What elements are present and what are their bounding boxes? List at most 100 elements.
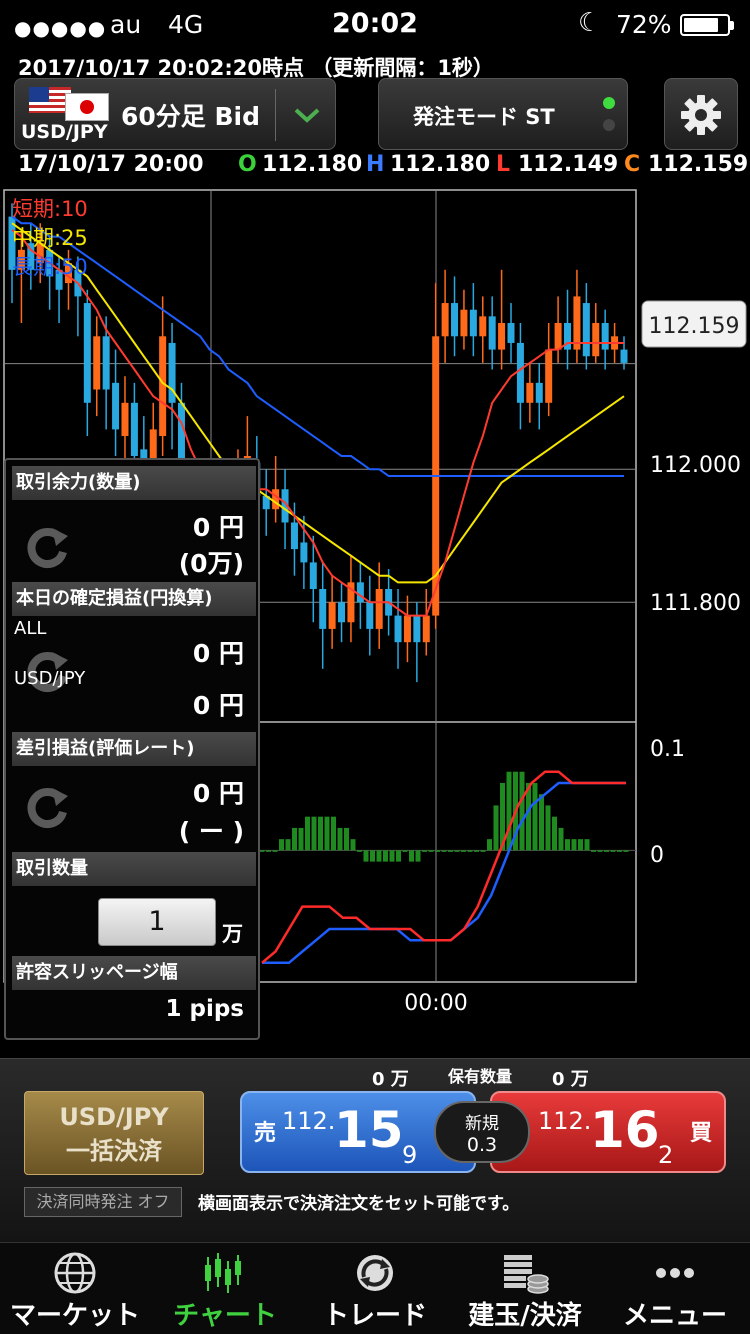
sell-price-prefix: 112. <box>282 1107 336 1135</box>
simultaneous-order-toggle[interactable]: 決済同時発注 オフ <box>24 1187 182 1217</box>
pair-selector-button[interactable]: USD/JPY 60分足 Bid <box>14 78 336 150</box>
bulk-settle-pair: USD/JPY <box>59 1103 169 1131</box>
buy-price-big: 16 <box>590 1101 660 1159</box>
osc-bar <box>467 850 473 852</box>
spread-label: 新規 <box>465 1114 499 1134</box>
osc-bar <box>396 850 401 862</box>
legend-label: 長期:50 <box>12 255 88 279</box>
unrealized-sub: ( ー ) <box>178 817 244 846</box>
candle-body <box>159 336 167 437</box>
tab-positions[interactable]: 建玉/決済 <box>450 1243 600 1334</box>
status-led-off-icon <box>603 119 615 131</box>
osc-bar <box>597 850 603 852</box>
osc-bar <box>474 850 479 852</box>
battery-icon <box>680 14 734 36</box>
tab-market[interactable]: マーケット <box>0 1243 150 1334</box>
order-mode-button[interactable]: 発注モード ST <box>378 78 628 150</box>
candle-body <box>102 336 110 390</box>
candle-body <box>479 316 487 337</box>
candle-body <box>121 402 129 437</box>
osc-bar <box>571 839 577 851</box>
candle-body <box>309 562 317 589</box>
candle-body <box>535 382 543 403</box>
osc-bar <box>487 839 492 851</box>
osc-bar <box>350 839 356 851</box>
pair-label: USD/JPY <box>14 668 86 689</box>
refresh-icon[interactable] <box>22 782 72 832</box>
osc-bar <box>279 839 284 851</box>
candle-body <box>582 303 590 357</box>
buy-price-prefix: 112. <box>538 1107 592 1135</box>
close-value: 112.159 <box>648 152 749 177</box>
slippage-value[interactable]: 1 pips <box>165 996 244 1022</box>
tab-chart[interactable]: チャート <box>150 1243 300 1334</box>
refresh-icon[interactable] <box>22 522 72 572</box>
sell-position-qty: 0 万 <box>372 1069 409 1090</box>
osc-bar <box>539 794 544 851</box>
osc-tick-label: 0.1 <box>650 737 685 762</box>
coins-icon <box>504 1255 549 1294</box>
more-icon <box>656 1268 694 1278</box>
candlestick-icon <box>205 1253 241 1293</box>
osc-bar <box>311 816 317 851</box>
ohlc-readout: 17/10/17 20:00 O 112.180 H 112.180 L 112… <box>0 152 750 182</box>
price-tick-label: 111.800 <box>650 591 741 616</box>
candle-body <box>507 323 515 343</box>
osc-bar <box>331 816 336 851</box>
osc-bar <box>389 850 395 862</box>
osc-bar <box>259 850 265 852</box>
margin-units: (0万) <box>178 549 244 578</box>
ohlc-datetime: 17/10/17 20:00 <box>18 152 204 177</box>
osc-bar <box>376 850 382 862</box>
candle-body <box>83 303 91 403</box>
buy-price-pip: 2 <box>658 1141 674 1169</box>
osc-bar <box>363 850 369 862</box>
unrealized-yen: 0 円 <box>192 779 244 808</box>
osc-bar <box>545 805 551 851</box>
osc-bar <box>480 850 486 852</box>
candle-body <box>130 402 138 456</box>
osc-bar <box>402 850 408 852</box>
bulk-settle-button[interactable]: USD/JPY 一括決済 <box>24 1091 204 1175</box>
buy-position-qty: 0 万 <box>552 1069 589 1090</box>
osc-bar <box>298 827 304 851</box>
quantity-input[interactable]: 1 <box>98 898 216 946</box>
candle-body <box>93 336 101 390</box>
candle-body <box>328 602 336 629</box>
sell-side-label: 売 <box>254 1121 277 1146</box>
osc-bar <box>610 850 616 852</box>
settings-button[interactable] <box>664 78 738 150</box>
osc-bar <box>493 805 499 851</box>
candle-body <box>356 582 364 603</box>
chevron-down-icon[interactable] <box>281 87 333 143</box>
candle-body <box>441 303 449 337</box>
tab-chart-label: チャート <box>173 1301 277 1331</box>
osc-bar <box>623 850 629 852</box>
candle-body <box>366 602 374 629</box>
osc-bar <box>383 850 388 862</box>
spread-indicator: 新規 0.3 <box>434 1101 530 1163</box>
candle-body <box>451 303 459 337</box>
timeframe-label: 60分足 Bid <box>121 102 261 131</box>
tab-trade[interactable]: トレード <box>300 1243 450 1334</box>
status-bar: ●●●●● au 4G 20:02 ☾ 72% <box>0 0 750 50</box>
osc-slow-line <box>262 781 626 965</box>
osc-bar <box>532 782 538 851</box>
status-led-on-icon <box>603 97 615 109</box>
order-mode-label: 発注モード ST <box>413 105 555 129</box>
osc-bar <box>441 850 447 852</box>
osc-bar <box>604 850 609 852</box>
close-label: C <box>624 152 641 177</box>
osc-bar <box>292 827 297 851</box>
candle-body <box>545 349 553 403</box>
legend-label: 中期:25 <box>12 226 88 250</box>
time-tick-label: 00:00 <box>404 991 467 1016</box>
high-value: 112.180 <box>390 152 491 177</box>
osc-bar <box>415 850 421 862</box>
low-label: L <box>496 152 511 177</box>
price-tick-label: 112.000 <box>650 453 741 478</box>
osc-bar <box>591 850 596 852</box>
unrealized-header: 差引損益(評価レート) <box>12 732 256 766</box>
tab-menu[interactable]: メニュー <box>600 1243 750 1334</box>
candle-body <box>403 615 411 643</box>
